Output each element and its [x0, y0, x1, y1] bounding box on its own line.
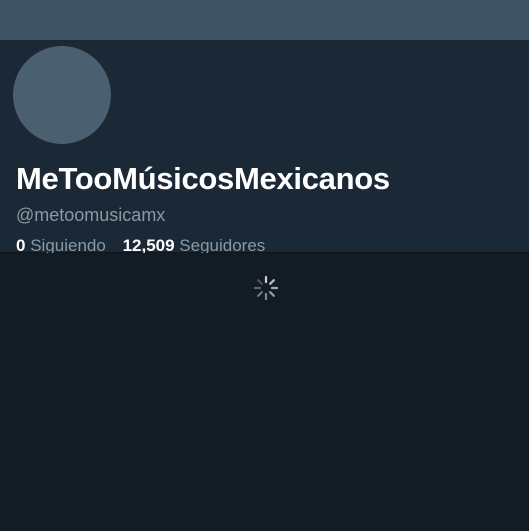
profile-display-name: MeTooMúsicosMexicanos: [16, 161, 390, 196]
profile-header: MeTooMúsicosMexicanos @metoomusicamx 0 S…: [0, 40, 529, 255]
avatar[interactable]: [8, 41, 116, 149]
profile-screen: MeTooMúsicosMexicanos @metoomusicamx 0 S…: [0, 0, 529, 531]
profile-banner[interactable]: [0, 0, 529, 40]
loading-spinner-icon: [253, 275, 279, 301]
profile-handle: @metoomusicamx: [16, 205, 166, 225]
